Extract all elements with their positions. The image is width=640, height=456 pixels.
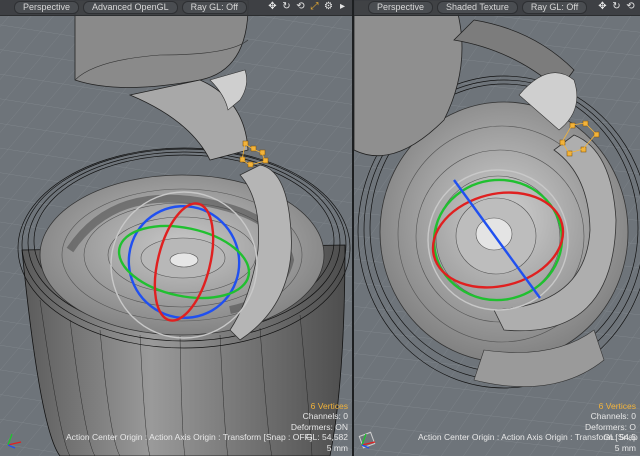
right-3d-scene[interactable] [354, 0, 640, 456]
grid-units: 5 mm [326, 442, 348, 453]
action-status-line: Action Center Origin : Action Axis Origi… [66, 432, 313, 442]
left-viewport[interactable]: Perspective Advanced OpenGL Ray GL: Off … [0, 0, 352, 456]
left-viewport-toolbar: Perspective Advanced OpenGL Ray GL: Off … [0, 0, 352, 16]
reset-view-icon[interactable]: ⟲ [625, 1, 636, 13]
move-view-icon[interactable]: ✥ [597, 1, 608, 13]
shading-mode-dropdown[interactable]: Advanced OpenGL [83, 1, 178, 14]
selected-vertices-count: 6 Vertices [310, 400, 348, 411]
axis-orientation-icon [358, 431, 376, 449]
shading-mode-dropdown[interactable]: Shaded Texture [437, 1, 518, 14]
view-type-dropdown[interactable]: Perspective [14, 1, 80, 14]
left-viewport-hud: 6 Vertices Channels: 0 Deformers: ON GL:… [291, 401, 348, 454]
reset-view-icon[interactable]: ⟲ [295, 1, 306, 13]
right-viewport-hud: 6 Vertices Channels: 0 Deformers: O GL: … [585, 401, 636, 454]
deformers-status: Deformers: ON [290, 421, 348, 432]
raygl-toggle[interactable]: Ray GL: Off [181, 1, 247, 14]
rotate-view-icon[interactable]: ↻ [611, 1, 622, 13]
settings-gear-icon[interactable]: ⚙ [323, 1, 334, 13]
axis-orientation-icon [7, 433, 22, 449]
maximize-view-icon[interactable]: ⤢ [309, 1, 320, 13]
view-type-dropdown[interactable]: Perspective [368, 1, 434, 14]
viewport-nav-icons: ✥ ↻ ⟲ ⤢ ⚙ ▸ [267, 1, 348, 13]
left-3d-scene[interactable] [0, 0, 352, 456]
viewport-nav-icons: ✥ ↻ ⟲ [597, 1, 636, 13]
move-view-icon[interactable]: ✥ [267, 1, 278, 13]
deformers-status: Deformers: O [584, 421, 636, 432]
right-viewport[interactable]: Perspective Shaded Texture Ray GL: Off ✥… [354, 0, 640, 456]
channels-count: Channels: 0 [590, 411, 636, 421]
channels-count: Channels: 0 [302, 411, 348, 421]
right-viewport-toolbar: Perspective Shaded Texture Ray GL: Off ✥… [354, 0, 640, 16]
action-status-line: Action Center Origin : Action Axis Origi… [418, 432, 640, 442]
modo-dual-viewport-app: Perspective Advanced OpenGL Ray GL: Off … [0, 0, 640, 456]
grid-units: 5 mm [614, 442, 636, 453]
selected-vertices-count: 6 Vertices [598, 400, 636, 411]
menu-arrow-icon[interactable]: ▸ [337, 1, 348, 13]
rotate-view-icon[interactable]: ↻ [281, 1, 292, 13]
raygl-toggle[interactable]: Ray GL: Off [521, 1, 588, 14]
